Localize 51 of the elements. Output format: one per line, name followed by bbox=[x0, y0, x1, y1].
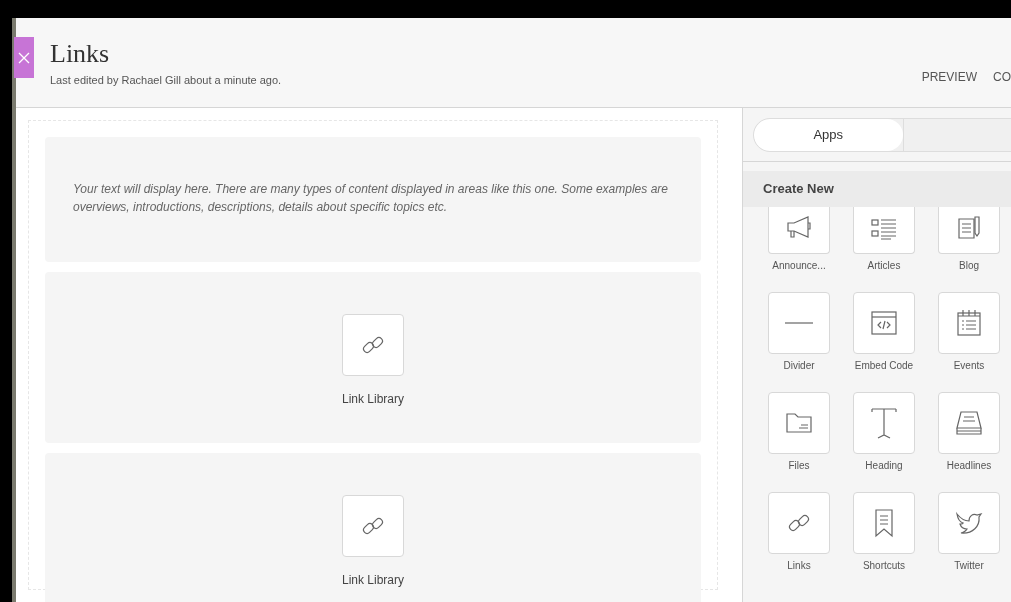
stack-icon bbox=[955, 410, 983, 436]
app-tile[interactable] bbox=[853, 492, 915, 554]
app-tile[interactable] bbox=[853, 392, 915, 454]
tile-label: Events bbox=[953, 359, 985, 373]
app-tile[interactable] bbox=[938, 392, 1000, 454]
header-action-button[interactable]: PREVIEW bbox=[921, 68, 977, 86]
app-tile[interactable] bbox=[768, 207, 830, 254]
app-label: Link Library bbox=[342, 572, 404, 589]
tile-label: Embed Code bbox=[854, 359, 914, 373]
sidebar-tab[interactable]: Apps bbox=[754, 118, 903, 151]
bookmark-icon bbox=[874, 508, 894, 538]
tile-label: Twitter bbox=[954, 559, 984, 573]
line-icon bbox=[785, 321, 813, 325]
app-tile[interactable] bbox=[938, 492, 1000, 554]
app-tile[interactable] bbox=[853, 207, 915, 254]
app-tile[interactable] bbox=[768, 492, 830, 554]
app-tile[interactable] bbox=[768, 392, 830, 454]
app-block[interactable]: Link Library bbox=[45, 272, 701, 443]
app-tile[interactable] bbox=[853, 292, 915, 354]
tile-label: Heading bbox=[865, 459, 903, 473]
page-title: Links bbox=[50, 38, 111, 70]
tile-label: Files bbox=[788, 459, 810, 473]
section-title: Create New bbox=[763, 180, 834, 199]
bird-icon bbox=[954, 510, 984, 536]
close-icon bbox=[18, 51, 30, 64]
megaphone-icon bbox=[785, 215, 813, 241]
app-tile[interactable] bbox=[938, 292, 1000, 354]
header-action-button[interactable]: CO bbox=[993, 68, 1011, 86]
close-button[interactable] bbox=[14, 37, 34, 78]
tile-label: Announce... bbox=[772, 259, 826, 273]
app-tile[interactable] bbox=[938, 207, 1000, 254]
calendar-icon bbox=[956, 309, 982, 337]
code-window-icon bbox=[870, 310, 898, 336]
document-pen-icon bbox=[956, 215, 982, 241]
folder-icon bbox=[785, 412, 813, 434]
app-tile[interactable] bbox=[768, 292, 830, 354]
placeholder-text: Your text will display here. There are many types of content displayed in areas like this one. Some examples are overviews, introductions, descriptions, details about specific topics etc. bbox=[73, 180, 669, 216]
last-edited-text: Last edited by Rachael Gill about a minute ago. bbox=[50, 73, 282, 88]
text-block[interactable]: Your text will display here. There are many types of content displayed in areas like this one. Some examples are overviews, introductions, descriptions, details about specific topics etc. bbox=[45, 137, 701, 262]
tile-label: Articles bbox=[867, 259, 901, 273]
app-tile[interactable] bbox=[342, 495, 404, 557]
text-cursor-icon bbox=[870, 407, 898, 439]
tile-label: Blog bbox=[959, 259, 979, 273]
tile-label: Headlines bbox=[946, 459, 992, 473]
app-block[interactable]: Link Library bbox=[45, 453, 701, 602]
tile-label: Links bbox=[787, 559, 811, 573]
list-icon bbox=[870, 217, 898, 241]
app-label: Link Library bbox=[342, 391, 404, 408]
tile-label: Divider bbox=[783, 359, 815, 373]
app-tile[interactable] bbox=[342, 314, 404, 376]
tile-label: Shortcuts bbox=[862, 559, 906, 573]
